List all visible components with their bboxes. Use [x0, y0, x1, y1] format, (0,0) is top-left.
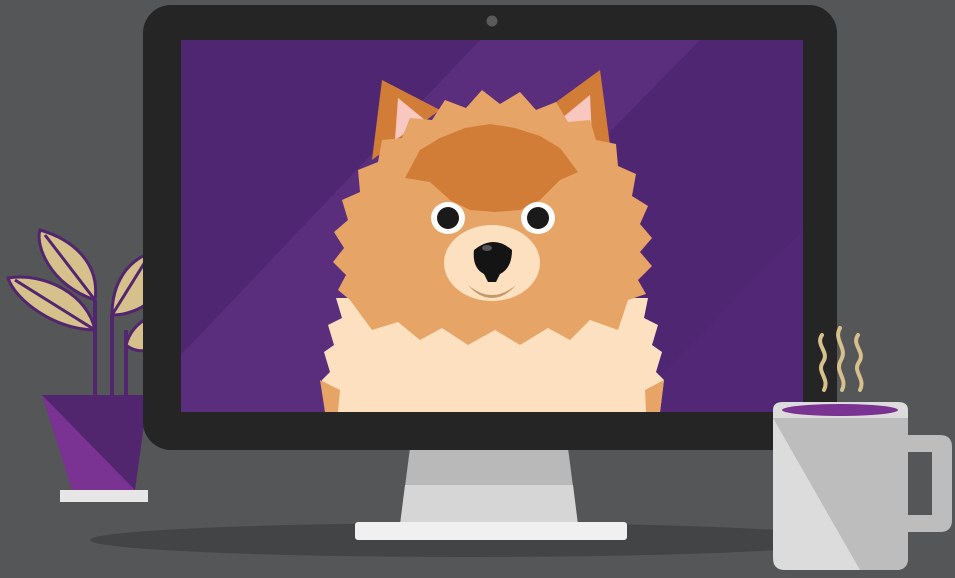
stand-base — [355, 522, 627, 540]
dog-left-eye — [431, 202, 465, 234]
webcam-icon — [486, 15, 498, 27]
coffee-mug — [773, 402, 952, 570]
monitor-stand — [355, 448, 627, 540]
mug-coffee — [782, 404, 898, 416]
plant-leaves — [6, 228, 150, 395]
potted-plant — [6, 228, 150, 502]
pot-saucer — [60, 490, 148, 502]
dog-right-eye — [521, 202, 555, 234]
video-call-illustration — [6, 5, 952, 570]
